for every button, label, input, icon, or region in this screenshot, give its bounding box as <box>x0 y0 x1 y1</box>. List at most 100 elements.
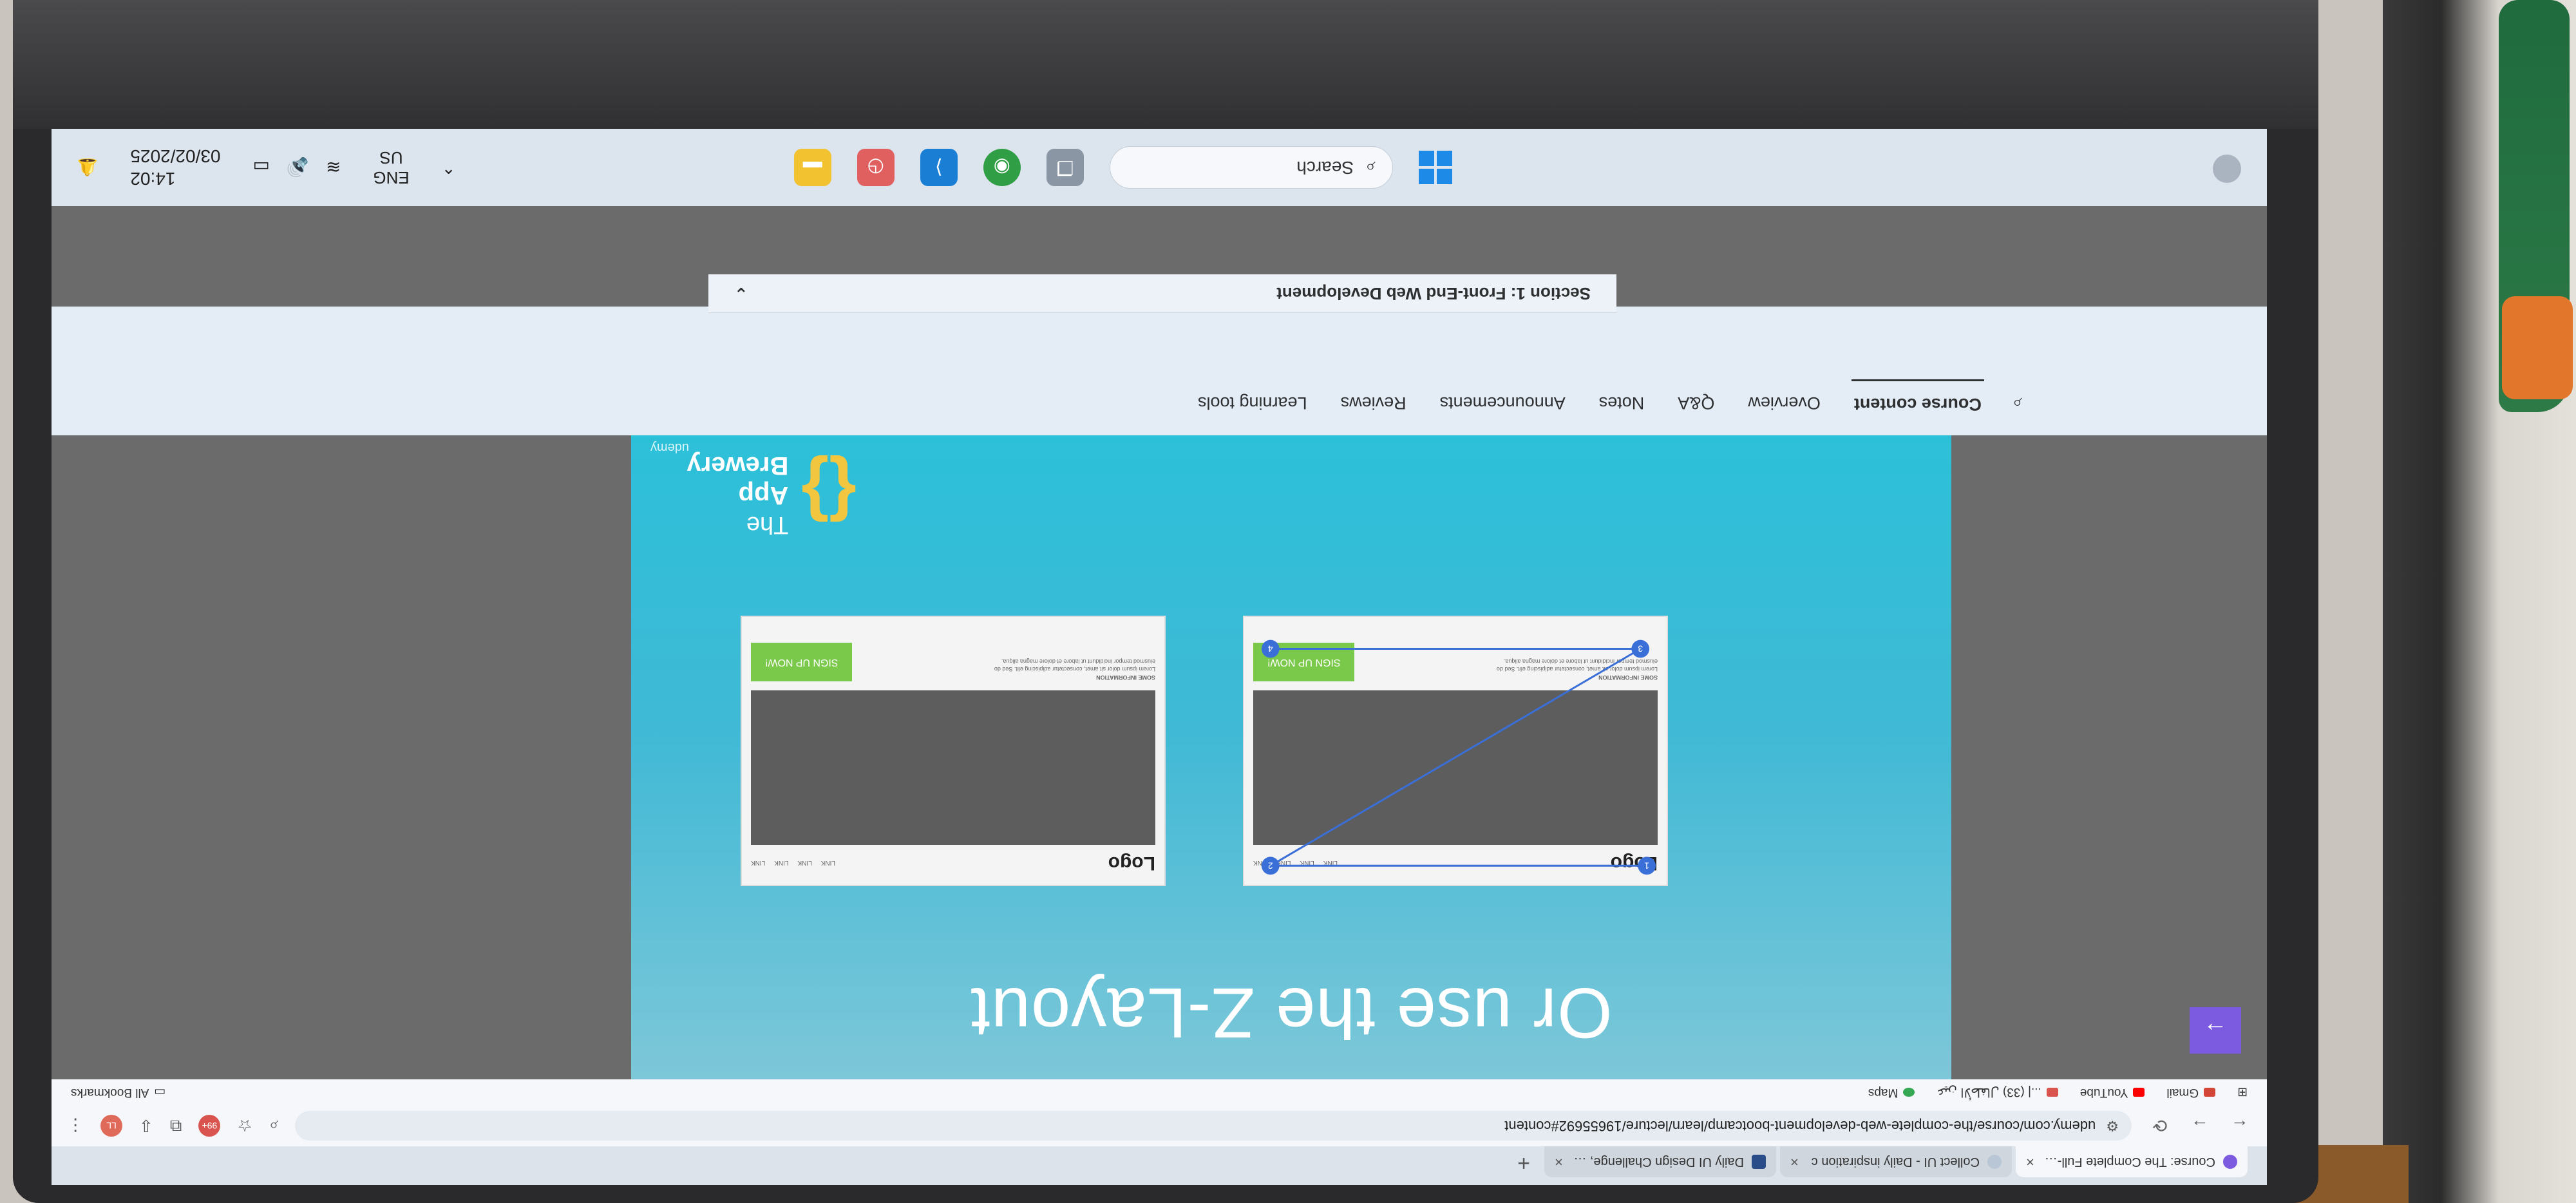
chevron-down-icon: ⌄ <box>734 284 748 303</box>
mockup-logo: Logo <box>1610 853 1658 874</box>
tab-label: Collect UI - Daily inspiration c <box>1811 1155 1980 1170</box>
tab-collect-ui[interactable]: Collect UI - Daily inspiration c × <box>1780 1146 2012 1177</box>
bookmarks-bar: ⊞ Gmail YouTube ...| عين الأطفال (33) Ma… <box>52 1079 2267 1105</box>
next-lecture-button[interactable]: → <box>2190 1007 2241 1054</box>
mockup-info: SOME INFORMATION Lorem ipsum dolor sit a… <box>994 658 1155 681</box>
clock-app-icon[interactable]: ◷ <box>857 149 895 186</box>
tab-qa[interactable]: Q&A <box>1675 381 1717 426</box>
url-text: udemy.com/course/the-complete-web-develo… <box>1504 1118 2096 1134</box>
taskbar-search[interactable]: ⌕ Search <box>1109 146 1393 189</box>
menu-kebab-icon[interactable]: ⋮ <box>67 1116 84 1136</box>
windows-taskbar: ⌕ Search ❐ ◉ ⟩ ◷ ▬ ⌃ ENG US ≋ 🔊 ▭ 14:02 … <box>52 129 2267 206</box>
tab-label: Course: The Complete Full-Sta <box>2041 1155 2215 1170</box>
mockup-hero-image <box>1253 690 1658 845</box>
close-icon[interactable]: × <box>1555 1153 1563 1170</box>
wifi-icon: ≋ <box>325 157 341 178</box>
extension-badge-icon[interactable]: 99+ <box>198 1115 221 1137</box>
browser-tab-strip: Course: The Complete Full-Sta × Collect … <box>52 1146 2267 1185</box>
tray-icons[interactable]: ≋ 🔊 ▭ <box>253 157 341 178</box>
app-brewery-logo: {} The App Brewery <box>631 450 857 538</box>
mockup-nav-links: LINK LINK LINK LINK <box>1253 859 1338 867</box>
reload-icon[interactable]: ⟳ <box>2148 1115 2172 1137</box>
mockup-hero-image <box>751 690 1155 845</box>
apps-grid-icon[interactable]: ⊞ <box>2237 1085 2248 1100</box>
daily-ui-favicon-icon <box>1752 1155 1766 1169</box>
udemy-favicon-icon <box>2223 1155 2237 1169</box>
chrome-icon[interactable]: ◉ <box>983 149 1021 186</box>
all-bookmarks[interactable]: ▭ All Bookmarks <box>71 1085 166 1100</box>
task-view-icon[interactable]: ❐ <box>1046 149 1084 186</box>
browser-toolbar: ← → ⟳ ⚙ udemy.com/course/the-complete-we… <box>52 1105 2267 1146</box>
zoom-icon[interactable]: ⌕ <box>269 1115 279 1136</box>
battery-icon: ▭ <box>252 157 270 178</box>
youtube-icon <box>2046 1088 2058 1097</box>
section-accordion-header[interactable]: Section 1: Front-End Web Development ⌄ <box>708 274 1616 313</box>
search-label: Search <box>1296 158 1354 178</box>
address-bar[interactable]: ⚙ udemy.com/course/the-complete-web-deve… <box>295 1111 2132 1141</box>
file-explorer-icon[interactable]: ▬ <box>793 149 831 186</box>
bookmark-maps[interactable]: Maps <box>1868 1085 1915 1099</box>
tab-announcements[interactable]: Announcements <box>1437 381 1568 426</box>
close-icon[interactable]: × <box>1790 1153 1799 1170</box>
search-icon[interactable]: ⌕ <box>2012 393 2022 413</box>
orange-object <box>2502 296 2573 399</box>
close-icon[interactable]: × <box>2026 1153 2034 1170</box>
brand-prefix: The <box>746 511 789 538</box>
course-content-panel <box>52 307 2267 371</box>
chevron-up-icon[interactable]: ⌃ <box>442 158 456 178</box>
tab-course-content[interactable]: Course content <box>1851 379 1984 427</box>
bookmark-youtube[interactable]: YouTube <box>2080 1085 2145 1099</box>
tab-label: Daily UI Design Challenge, Insp <box>1570 1155 1744 1170</box>
folder-icon: ▭ <box>154 1085 166 1099</box>
widgets-area <box>1790 152 2241 184</box>
bookmark-gmail[interactable]: Gmail <box>2166 1085 2216 1099</box>
z-layout-mockup: Logo LINK LINK LINK LINK SOME INFORMATIO… <box>1243 616 1668 886</box>
tab-learning-tools[interactable]: Learning tools <box>1195 381 1310 426</box>
z-layout-mockup-plain: Logo LINK LINK LINK LINK SOME INFORMATIO… <box>741 616 1166 886</box>
site-settings-icon[interactable]: ⚙ <box>2106 1117 2119 1134</box>
windows-start-icon[interactable] <box>1418 151 1452 184</box>
profile-avatar[interactable]: LL <box>100 1115 122 1137</box>
search-icon: ⌕ <box>1365 158 1376 178</box>
toolbar-icons: ⌕ ☆ 99+ ⧉ ⇩ LL ⋮ <box>67 1115 278 1137</box>
laptop-base <box>13 0 2318 129</box>
volume-icon: 🔊 <box>286 157 309 178</box>
new-tab-button[interactable]: + <box>1507 1146 1540 1175</box>
weather-widget-icon[interactable] <box>2213 155 2241 184</box>
laptop-screen: Course: The Complete Full-Sta × Collect … <box>52 129 2267 1185</box>
slide-title: Or use the Z-Layout <box>970 973 1613 1052</box>
mockup-signup-cta: SIGN UP NOW! <box>1253 643 1355 681</box>
tab-daily-ui[interactable]: Daily UI Design Challenge, Insp × <box>1544 1146 1776 1177</box>
tab-notes[interactable]: Notes <box>1596 381 1647 426</box>
forward-arrow-icon[interactable]: → <box>2188 1115 2211 1136</box>
back-arrow-icon[interactable]: ← <box>2228 1115 2251 1136</box>
tab-overview[interactable]: Overview <box>1745 381 1823 426</box>
mockup-info: SOME INFORMATION Lorem ipsum dolor sit a… <box>1496 658 1658 681</box>
lecture-slide: Or use the Z-Layout Logo LINK LINK LINK … <box>631 435 1951 1079</box>
maps-pin-icon <box>1903 1088 1915 1097</box>
notifications-icon[interactable]: 🔔 <box>77 158 98 178</box>
mockup-logo: Logo <box>1108 853 1155 874</box>
course-player-page: → Or use the Z-Layout Logo LINK LINK LIN… <box>52 129 2267 1079</box>
tab-course[interactable]: Course: The Complete Full-Sta × <box>2016 1146 2248 1177</box>
downloads-icon[interactable]: ⇩ <box>139 1116 153 1136</box>
taskbar-apps: ⌕ Search ❐ ◉ ⟩ ◷ ▬ <box>455 146 1790 189</box>
room-background <box>2383 0 2576 1203</box>
youtube-icon <box>2133 1088 2145 1097</box>
section-title: Section 1: Front-End Web Development <box>1276 284 1591 303</box>
tab-reviews[interactable]: Reviews <box>1338 381 1409 426</box>
mockup-nav-links: LINK LINK LINK LINK <box>751 859 835 867</box>
clock[interactable]: 14:02 03/02/2025 <box>130 145 220 190</box>
gmail-icon <box>2204 1088 2216 1097</box>
udemy-watermark: udemy <box>650 440 689 455</box>
language-indicator[interactable]: ENG US <box>373 147 409 187</box>
extensions-puzzle-icon[interactable]: ⧉ <box>170 1115 182 1136</box>
bookmark-star-icon[interactable]: ☆ <box>237 1116 252 1136</box>
course-tabs: ⌕ Course content Overview Q&A Notes Anno… <box>52 371 2267 435</box>
braces-logo-icon: {} <box>801 454 857 534</box>
vscode-icon[interactable]: ⟩ <box>920 149 958 186</box>
mockup-signup-cta: SIGN UP NOW! <box>751 643 853 681</box>
video-player[interactable]: → Or use the Z-Layout Logo LINK LINK LIN… <box>52 435 2267 1079</box>
bookmark-arabic-channel[interactable]: ...| عين الأطفال (33) <box>1937 1085 2058 1100</box>
collect-ui-favicon-icon <box>1987 1155 2002 1169</box>
